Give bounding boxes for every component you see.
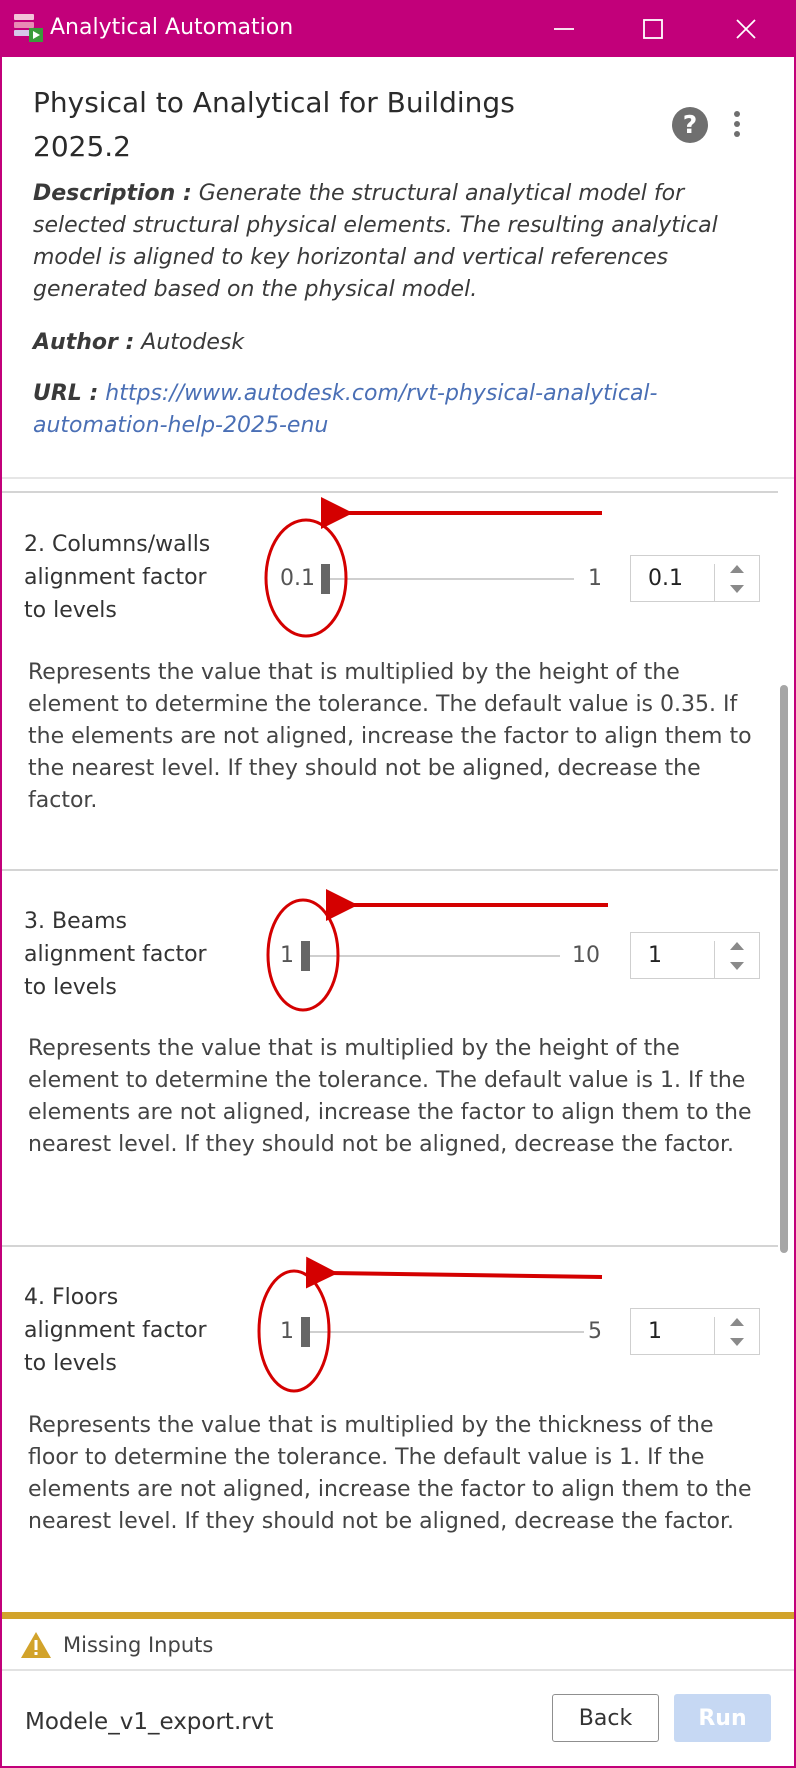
window-title: Analytical Automation xyxy=(50,15,294,40)
factor-input-value[interactable]: 1 xyxy=(648,942,662,970)
annotation-arrow xyxy=(305,1256,603,1289)
spinner-separator xyxy=(714,1317,715,1355)
slider-track[interactable] xyxy=(302,955,560,957)
slider-track[interactable] xyxy=(322,578,574,580)
status-text: Missing Inputs xyxy=(63,1633,214,1657)
slider-thumb[interactable] xyxy=(301,1317,310,1347)
warning-icon xyxy=(21,1632,51,1658)
section-description: Represents the value that is multiplied … xyxy=(28,1413,752,1534)
url-label: URL : xyxy=(33,381,99,406)
help-icon[interactable]: ? xyxy=(672,107,708,143)
status-bar: Missing Inputs xyxy=(0,1619,796,1671)
section-divider xyxy=(0,1245,778,1247)
slider-min-label: 0.1 xyxy=(280,566,315,591)
minimize-icon xyxy=(554,27,574,30)
url-link[interactable]: https://www.autodesk.com/rvt-physical-an… xyxy=(33,381,657,438)
spinner-up-icon[interactable] xyxy=(730,565,744,573)
spinner-down-icon[interactable] xyxy=(730,962,744,970)
slider-min-label: 1 xyxy=(280,943,294,968)
slider-thumb[interactable] xyxy=(301,941,310,971)
close-icon xyxy=(736,18,756,39)
factor-input-beams[interactable]: 1 xyxy=(630,932,760,979)
footer: Modele_v1_export.rvt Back Run xyxy=(0,1671,796,1768)
file-name: Modele_v1_export.rvt xyxy=(25,1709,274,1735)
section-divider xyxy=(0,869,778,871)
spinner-down-icon[interactable] xyxy=(730,1338,744,1346)
factor-input-value[interactable]: 1 xyxy=(648,1318,662,1346)
spinner-up-icon[interactable] xyxy=(730,942,744,950)
slider-thumb[interactable] xyxy=(321,564,330,594)
factor-input-columns-walls[interactable]: 0.1 xyxy=(630,555,760,602)
section-label-floors: 4. Floors alignment factor to levels xyxy=(24,1285,207,1376)
slider-max-label: 5 xyxy=(588,1319,602,1344)
factor-input-value[interactable]: 0.1 xyxy=(648,565,683,593)
description: Description : Generate the structural an… xyxy=(33,178,753,306)
run-button[interactable]: Run xyxy=(674,1694,771,1742)
description-label: Description : xyxy=(33,181,192,206)
factor-input-floors[interactable]: 1 xyxy=(630,1308,760,1355)
slider-max-label: 10 xyxy=(572,943,600,968)
script-header: Physical to Analytical for Buildings 202… xyxy=(0,57,796,477)
author-value: Autodesk xyxy=(134,330,245,355)
minimize-button[interactable] xyxy=(524,0,604,57)
section-description: Represents the value that is multiplied … xyxy=(28,1036,752,1157)
title-bar: Analytical Automation xyxy=(0,0,796,57)
section-label-columns-walls: 2. Columns/walls alignment factor to lev… xyxy=(24,532,211,623)
maximize-icon xyxy=(643,18,663,39)
author-label: Author : xyxy=(33,330,135,355)
spinner-separator xyxy=(714,941,715,979)
slider-max-label: 1 xyxy=(588,566,602,591)
status-progress-bar xyxy=(2,1612,794,1619)
more-options-icon[interactable] xyxy=(725,107,749,143)
section-description: Represents the value that is multiplied … xyxy=(28,660,752,813)
section-label-beams: 3. Beams alignment factor to levels xyxy=(24,909,207,1000)
spinner-separator xyxy=(714,564,715,602)
back-button[interactable]: Back xyxy=(552,1694,659,1742)
spinner-down-icon[interactable] xyxy=(730,585,744,593)
page-title: Physical to Analytical for Buildings 202… xyxy=(33,86,515,163)
maximize-button[interactable] xyxy=(613,0,693,57)
url: URL : https://www.autodesk.com/rvt-physi… xyxy=(33,378,753,442)
author: Author : Autodesk xyxy=(33,327,244,359)
app-logo-icon xyxy=(14,14,43,42)
header-divider xyxy=(0,477,796,479)
slider-track[interactable] xyxy=(302,1331,584,1333)
vertical-scrollbar[interactable] xyxy=(780,685,788,1253)
slider-min-label: 1 xyxy=(280,1319,294,1344)
close-button[interactable] xyxy=(706,0,786,57)
section-divider xyxy=(0,491,778,493)
spinner-up-icon[interactable] xyxy=(730,1318,744,1326)
